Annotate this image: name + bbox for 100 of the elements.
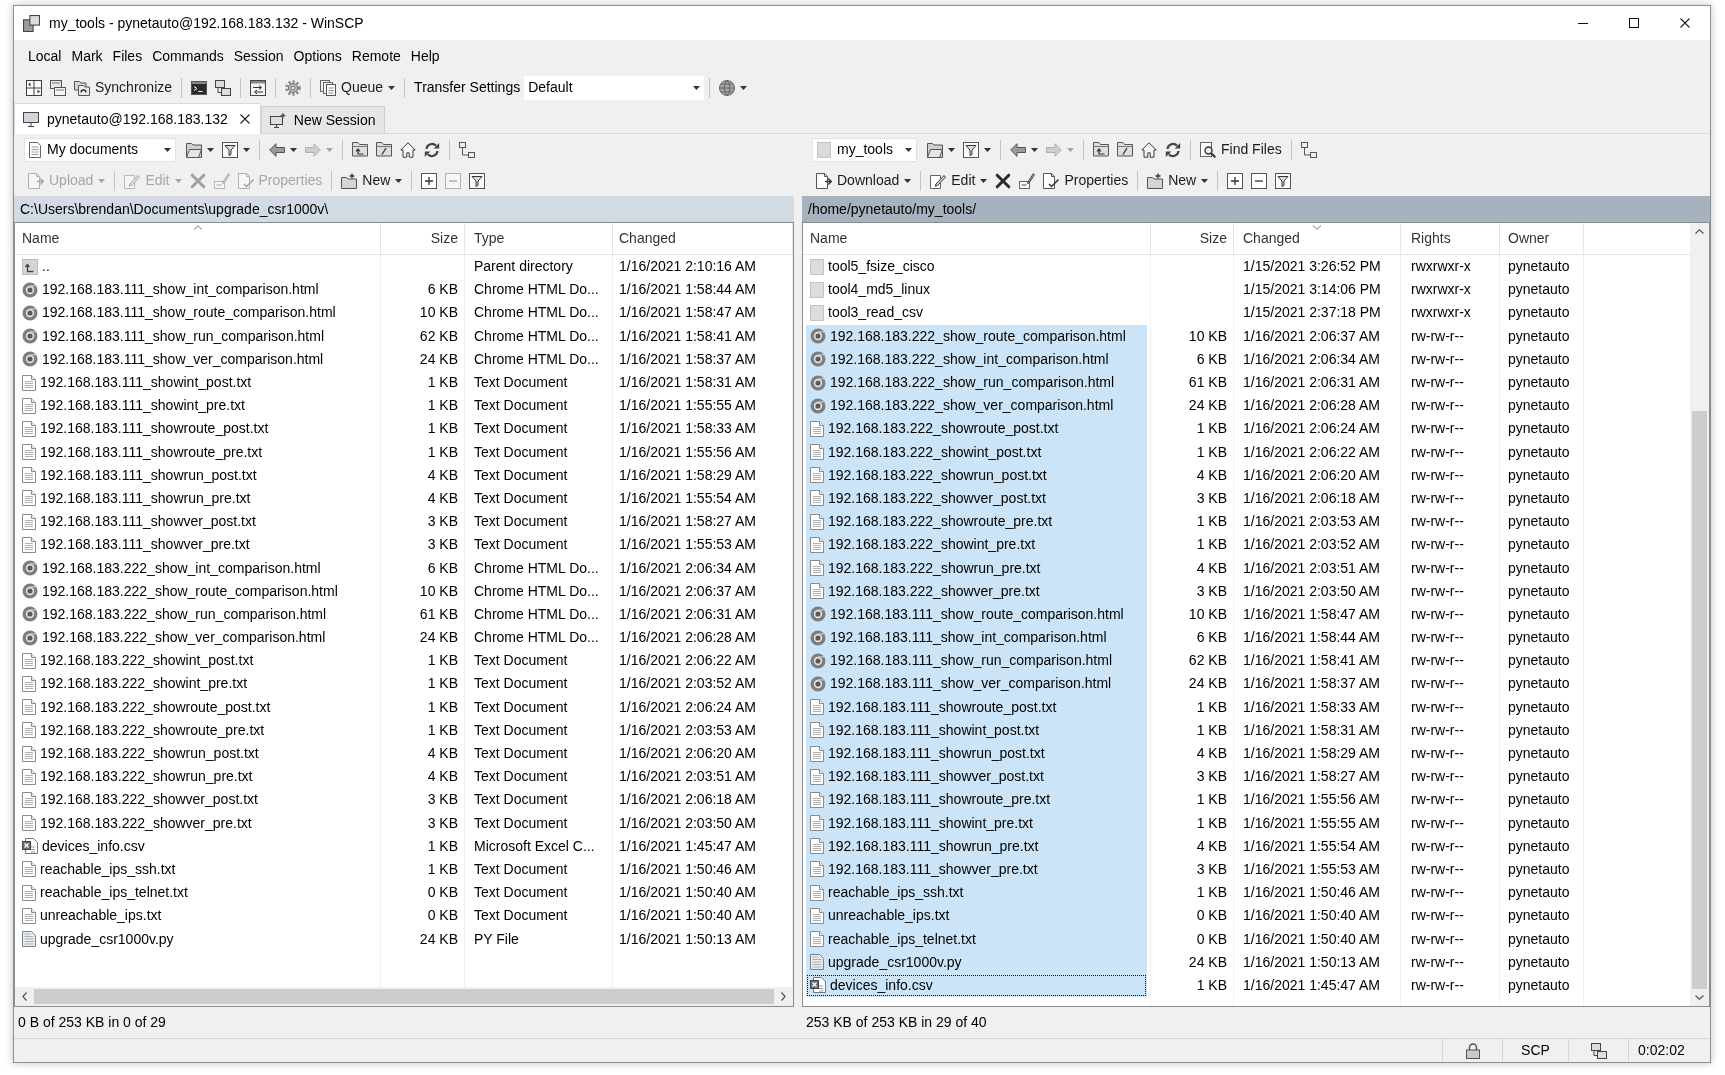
menu-item[interactable]: Options [288,44,347,68]
file-item[interactable]: 192.168.183.222_showrun_pre.txt [18,765,377,789]
column-header[interactable]: Name [15,223,381,255]
menu-item[interactable]: Remote [346,44,406,68]
file-item[interactable]: 192.168.183.111_show_ver_comparison.html [18,347,377,371]
file-item[interactable]: 192.168.183.111_showrun_pre.txt [18,486,377,511]
location-dropdown[interactable]: my_tools [812,137,917,162]
file-item[interactable]: 192.168.183.111_showint_post.txt [806,718,1147,742]
synchronize-button[interactable]: Synchronize [70,74,177,101]
file-item[interactable]: 192.168.183.111_showroute_post.txt [18,417,377,441]
file-item[interactable]: 192.168.183.111_showrun_post.txt [18,463,377,487]
scrollbar-thumb[interactable] [1692,411,1707,989]
column-header[interactable]: Name [803,223,1151,255]
file-item[interactable]: unreachable_ips.txt [18,904,377,928]
file-item[interactable]: 192.168.183.222_showroute_post.txt [806,417,1147,441]
close-tab-button[interactable] [237,112,252,126]
file-item[interactable]: 192.168.183.222_showver_pre.txt [18,811,377,835]
file-item[interactable]: 192.168.183.111_showroute_pre.txt [806,788,1147,812]
file-item[interactable]: unreachable_ips.txt [806,904,1147,928]
file-item[interactable]: 192.168.183.222_showint_pre.txt [806,533,1147,557]
file-item[interactable]: 192.168.183.111_show_int_comparison.html [18,278,377,302]
file-item[interactable]: 192.168.183.111_showint_pre.txt [18,394,377,418]
file-item[interactable]: 192.168.183.222_showver_post.txt [18,788,377,812]
file-item[interactable]: 192.168.183.222_show_route_comparison.html [18,579,377,603]
menu-item[interactable]: Help [405,44,445,68]
file-item[interactable]: 192.168.183.222_show_ver_comparison.html [806,394,1147,418]
file-item[interactable]: 192.168.183.222_show_ver_comparison.html [18,626,377,650]
file-item[interactable]: 192.168.183.111_showver_pre.txt [18,533,377,557]
file-item[interactable]: 192.168.183.111_showint_pre.txt [806,811,1147,835]
column-header[interactable]: Size [1151,223,1234,255]
file-item[interactable]: 192.168.183.222_show_int_comparison.html [18,556,377,580]
file-item[interactable]: 192.168.183.111_showroute_pre.txt [18,440,377,464]
file-item[interactable]: 192.168.183.111_show_run_comparison.html [18,324,377,348]
session-tab[interactable]: pynetauto@192.168.183.132 [14,103,261,134]
transfer-settings-dropdown[interactable]: Default [524,75,705,100]
file-item[interactable]: tool5_fsize_cisco [806,255,1147,279]
file-item[interactable]: 192.168.183.111_showver_pre.txt [806,857,1147,882]
file-item[interactable]: devices_info.csv [18,834,377,858]
file-item[interactable]: 192.168.183.111_showrun_pre.txt [806,834,1147,858]
file-item[interactable]: upgrade_csr1000v.py [806,950,1147,974]
file-item[interactable]: 192.168.183.222_show_route_comparison.html [806,324,1147,348]
file-item[interactable]: 192.168.183.222_showrun_post.txt [806,463,1147,487]
properties-button[interactable]: Properties [1039,167,1133,194]
file-item[interactable]: 192.168.183.222_showroute_pre.txt [18,718,377,742]
queue-button[interactable]: Queue [316,74,400,101]
file-item[interactable]: 192.168.183.111_showver_post.txt [806,765,1147,789]
file-item[interactable]: upgrade_csr1000v.py [18,927,377,951]
file-item[interactable]: 192.168.183.222_showint_post.txt [18,649,377,673]
column-header[interactable]: Changed [613,223,793,255]
file-item[interactable]: reachable_ips_telnet.txt [806,927,1147,951]
file-item[interactable]: 192.168.183.111_showroute_post.txt [806,695,1147,719]
session-tab[interactable]: New Session [260,106,385,133]
column-header[interactable]: Rights [1401,223,1500,255]
menu-item[interactable]: Commands [147,44,229,68]
file-item[interactable]: 192.168.183.222_show_run_comparison.html [806,370,1147,395]
file-item[interactable]: 192.168.183.222_showver_pre.txt [806,579,1147,603]
file-item[interactable]: 192.168.183.222_showrun_pre.txt [806,556,1147,580]
column-header[interactable]: Size [381,223,465,255]
file-item[interactable]: 192.168.183.222_showrun_post.txt [18,741,377,766]
file-item[interactable]: reachable_ips_telnet.txt [18,881,377,905]
file-item[interactable]: 192.168.183.111_show_route_comparison.html [18,301,377,325]
file-item[interactable]: 192.168.183.111_showint_post.txt [18,370,377,395]
file-item[interactable]: devices_info.csv [806,973,1147,997]
menu-item[interactable]: Local [23,44,67,68]
file-item[interactable]: 192.168.183.111_show_ver_comparison.html [806,672,1147,696]
file-item[interactable]: 192.168.183.222_show_run_comparison.html [18,602,377,626]
file-item[interactable]: reachable_ips_ssh.txt [806,881,1147,905]
menu-item[interactable]: Mark [66,44,108,68]
download-button[interactable]: Download [812,167,916,194]
file-item[interactable]: .. [18,255,377,279]
menu-item[interactable]: Session [228,44,289,68]
file-item[interactable]: tool3_read_csv [806,301,1147,325]
file-item[interactable]: 192.168.183.222_showint_pre.txt [18,672,377,696]
vertical-scrollbar[interactable] [1690,223,1709,1006]
file-size: 10 KB [1188,604,1227,624]
find-files-button[interactable]: Find Files [1196,136,1286,163]
file-item[interactable]: 192.168.183.222_showint_post.txt [806,440,1147,464]
edit-button[interactable]: Edit [926,167,992,194]
menu-item[interactable]: Files [107,44,148,68]
file-item[interactable]: 192.168.183.222_showroute_pre.txt [806,510,1147,534]
file-item[interactable]: 192.168.183.111_show_route_comparison.html [806,602,1147,626]
column-header[interactable]: Owner [1500,223,1584,255]
file-item[interactable]: 192.168.183.222_showroute_post.txt [18,695,377,719]
file-item[interactable]: reachable_ips_ssh.txt [18,857,377,882]
file-item[interactable]: 192.168.183.222_showver_post.txt [806,486,1147,511]
scrollbar-thumb[interactable] [34,989,774,1004]
file-item[interactable]: 192.168.183.222_show_int_comparison.html [806,347,1147,371]
column-header[interactable]: Changed [1234,223,1401,255]
close-icon [1679,18,1690,28]
location-dropdown[interactable]: My documents [24,137,176,162]
new-button[interactable]: New [337,167,407,194]
file-item[interactable]: 192.168.183.111_showrun_post.txt [806,741,1147,766]
file-item[interactable]: tool4_md5_linux [806,278,1147,302]
column-header[interactable]: Type [465,223,613,255]
round-file-icon [22,304,38,321]
file-item[interactable]: 192.168.183.111_showver_post.txt [18,510,377,534]
file-item[interactable]: 192.168.183.111_show_run_comparison.html [806,649,1147,673]
new-button[interactable]: New [1143,167,1213,194]
file-item[interactable]: 192.168.183.111_show_int_comparison.html [806,626,1147,650]
horizontal-scrollbar[interactable] [15,987,793,1006]
